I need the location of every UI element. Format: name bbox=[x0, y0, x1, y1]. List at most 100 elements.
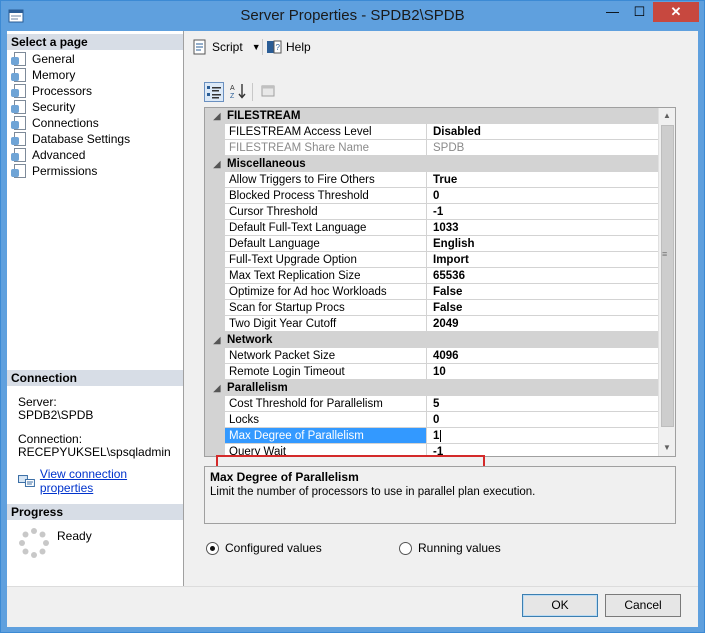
cancel-button[interactable]: Cancel bbox=[605, 594, 681, 617]
property-row[interactable]: Cursor Threshold -1 bbox=[205, 204, 659, 220]
window-title: Server Properties - SPDB2\SPDB bbox=[240, 7, 465, 24]
chevron-down-icon[interactable]: ▼ bbox=[252, 42, 261, 52]
alphabetical-view-button[interactable]: A Z bbox=[228, 82, 248, 102]
progress-header: Progress bbox=[7, 504, 183, 520]
property-pages-button[interactable] bbox=[258, 82, 278, 102]
property-row[interactable]: Two Digit Year Cutoff 2049 bbox=[205, 316, 659, 332]
value-mode-options: Configured values Running values bbox=[204, 541, 676, 559]
property-value[interactable]: False bbox=[427, 284, 659, 300]
property-row[interactable]: FILESTREAM Access Level Disabled bbox=[205, 124, 659, 140]
help-button[interactable]: ? Help bbox=[266, 38, 311, 56]
category-filestream[interactable]: ◢ FILESTREAM bbox=[205, 108, 659, 124]
minimize-button[interactable]: — bbox=[599, 2, 626, 22]
radio-selected-icon[interactable] bbox=[206, 541, 219, 555]
page-item-connections[interactable]: Connections bbox=[11, 115, 99, 131]
property-value[interactable]: 5 bbox=[427, 396, 659, 412]
property-name[interactable]: Remote Login Timeout bbox=[225, 364, 427, 380]
categorized-view-button[interactable] bbox=[204, 82, 224, 102]
row-gutter bbox=[205, 268, 225, 284]
title-bar[interactable]: Server Properties - SPDB2\SPDB — ☐ ✕ bbox=[1, 1, 704, 31]
maximize-button[interactable]: ☐ bbox=[626, 2, 653, 22]
property-grid-area: A Z ◢ FILESTREAM FILESTREAM Access Level… bbox=[204, 79, 676, 464]
vertical-scrollbar[interactable]: ▲ ≡ ▼ bbox=[658, 108, 675, 456]
property-row[interactable]: Optimize for Ad hoc Workloads False bbox=[205, 284, 659, 300]
property-row[interactable]: Default Language English bbox=[205, 236, 659, 252]
script-button[interactable]: Script ▼ bbox=[192, 38, 261, 56]
property-value[interactable]: English bbox=[427, 236, 659, 252]
scroll-down-icon[interactable]: ▼ bbox=[659, 440, 675, 456]
category-miscellaneous[interactable]: ◢ Miscellaneous bbox=[205, 156, 659, 172]
view-connection-properties-label[interactable]: View connection properties bbox=[40, 467, 183, 495]
collapse-icon[interactable]: ◢ bbox=[211, 332, 223, 348]
property-value[interactable]: 0 bbox=[427, 188, 659, 204]
property-name[interactable]: Two Digit Year Cutoff bbox=[225, 316, 427, 332]
page-item-database-settings[interactable]: Database Settings bbox=[11, 131, 130, 147]
running-values-radio[interactable]: Running values bbox=[399, 541, 501, 555]
collapse-icon[interactable]: ◢ bbox=[211, 380, 223, 396]
property-name[interactable]: Allow Triggers to Fire Others bbox=[225, 172, 427, 188]
property-row[interactable]: Full-Text Upgrade Option Import bbox=[205, 252, 659, 268]
property-name[interactable]: Default Language bbox=[225, 236, 427, 252]
property-value[interactable]: True bbox=[427, 172, 659, 188]
property-row[interactable]: Cost Threshold for Parallelism 5 bbox=[205, 396, 659, 412]
property-name[interactable]: Blocked Process Threshold bbox=[225, 188, 427, 204]
property-name[interactable]: Scan for Startup Procs bbox=[225, 300, 427, 316]
category-network[interactable]: ◢ Network bbox=[205, 332, 659, 348]
svg-text:?: ? bbox=[276, 43, 281, 52]
page-item-processors[interactable]: Processors bbox=[11, 83, 92, 99]
property-row[interactable]: FILESTREAM Share Name SPDB bbox=[205, 140, 659, 156]
property-row[interactable]: Allow Triggers to Fire Others True bbox=[205, 172, 659, 188]
property-row[interactable]: Max Text Replication Size 65536 bbox=[205, 268, 659, 284]
property-value[interactable]: -1 bbox=[427, 204, 659, 220]
category-parallelism[interactable]: ◢ Parallelism bbox=[205, 380, 659, 396]
property-name[interactable]: Locks bbox=[225, 412, 427, 428]
property-name[interactable]: FILESTREAM Access Level bbox=[225, 124, 427, 140]
page-item-permissions[interactable]: Permissions bbox=[11, 163, 97, 179]
property-name[interactable]: Full-Text Upgrade Option bbox=[225, 252, 427, 268]
collapse-icon[interactable]: ◢ bbox=[211, 156, 223, 172]
property-value[interactable]: 65536 bbox=[427, 268, 659, 284]
connection-header: Connection bbox=[7, 370, 183, 386]
property-value[interactable]: 10 bbox=[427, 364, 659, 380]
property-name[interactable]: Cost Threshold for Parallelism bbox=[225, 396, 427, 412]
row-gutter bbox=[205, 188, 225, 204]
server-label: Server: bbox=[18, 395, 57, 409]
radio-unselected-icon[interactable] bbox=[399, 541, 412, 555]
property-name[interactable]: Max Degree of Parallelism bbox=[225, 428, 427, 444]
view-connection-properties-link[interactable]: View connection properties bbox=[18, 467, 183, 495]
property-row[interactable]: Blocked Process Threshold 0 bbox=[205, 188, 659, 204]
property-value[interactable]: 4096 bbox=[427, 348, 659, 364]
property-name[interactable]: Optimize for Ad hoc Workloads bbox=[225, 284, 427, 300]
page-item-general[interactable]: General bbox=[11, 51, 75, 67]
property-value[interactable]: 0 bbox=[427, 412, 659, 428]
ok-button[interactable]: OK bbox=[522, 594, 598, 617]
connection-value: RECEPYUKSEL\spsqladmin bbox=[18, 445, 171, 459]
close-button[interactable]: ✕ bbox=[653, 2, 699, 22]
page-item-security[interactable]: Security bbox=[11, 99, 75, 115]
property-row[interactable]: Scan for Startup Procs False bbox=[205, 300, 659, 316]
page-item-memory[interactable]: Memory bbox=[11, 67, 75, 83]
property-name[interactable]: Default Full-Text Language bbox=[225, 220, 427, 236]
scrollbar-thumb[interactable] bbox=[661, 125, 674, 427]
property-value[interactable]: Disabled bbox=[427, 124, 659, 140]
property-row[interactable]: Max Degree of Parallelism 1 bbox=[205, 428, 659, 444]
property-value[interactable]: 1033 bbox=[427, 220, 659, 236]
property-value[interactable]: 1 bbox=[427, 428, 659, 444]
row-gutter bbox=[205, 364, 225, 380]
property-name[interactable]: Cursor Threshold bbox=[225, 204, 427, 220]
collapse-icon[interactable]: ◢ bbox=[211, 108, 223, 124]
property-value[interactable]: SPDB bbox=[427, 140, 659, 156]
property-row[interactable]: Remote Login Timeout 10 bbox=[205, 364, 659, 380]
property-value[interactable]: 2049 bbox=[427, 316, 659, 332]
property-value[interactable]: False bbox=[427, 300, 659, 316]
property-name[interactable]: Network Packet Size bbox=[225, 348, 427, 364]
property-row[interactable]: Default Full-Text Language 1033 bbox=[205, 220, 659, 236]
scroll-up-icon[interactable]: ▲ bbox=[659, 108, 675, 124]
property-row[interactable]: Locks 0 bbox=[205, 412, 659, 428]
property-row[interactable]: Network Packet Size 4096 bbox=[205, 348, 659, 364]
property-name[interactable]: Max Text Replication Size bbox=[225, 268, 427, 284]
configured-values-radio[interactable]: Configured values bbox=[206, 541, 322, 555]
page-item-advanced[interactable]: Advanced bbox=[11, 147, 85, 163]
property-name[interactable]: FILESTREAM Share Name bbox=[225, 140, 427, 156]
property-value[interactable]: Import bbox=[427, 252, 659, 268]
